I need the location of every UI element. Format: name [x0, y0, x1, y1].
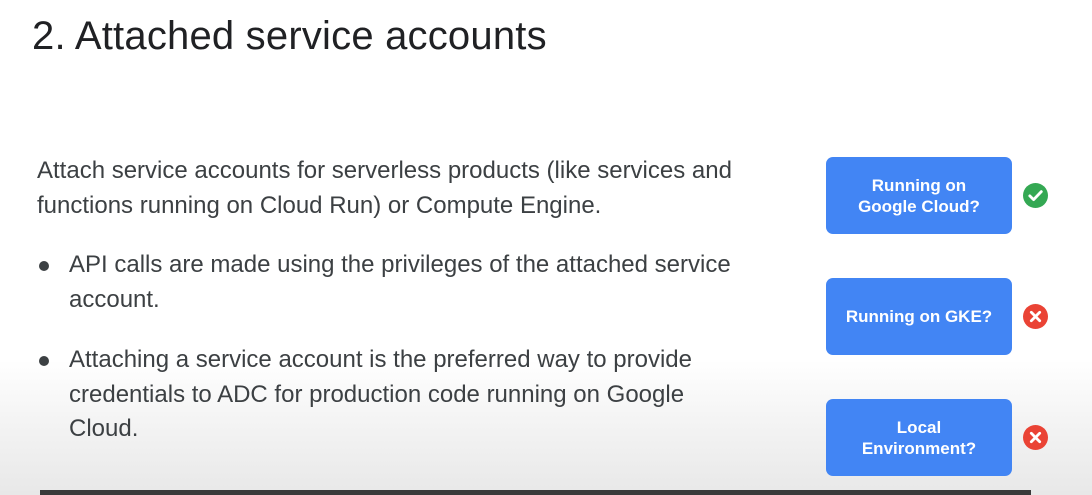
bullet-list: API calls are made using the privileges … [37, 248, 757, 473]
intro-paragraph: Attach service accounts for serverless p… [37, 157, 732, 219]
bullet-dot-icon [39, 356, 49, 366]
bullet-item-preferred-way: Attaching a service account is the prefe… [37, 343, 757, 447]
bullet-item-privileges: API calls are made using the privileges … [37, 248, 757, 317]
question-card-label: Local Environment? [861, 417, 977, 458]
bullet-text: Attaching a service account is the prefe… [69, 346, 692, 442]
bullet-dot-icon [39, 261, 49, 271]
check-circle-icon [1023, 183, 1048, 208]
slide-title: 2. Attached service accounts [32, 14, 547, 58]
video-progress-bar[interactable] [40, 490, 1031, 495]
bullet-text: API calls are made using the privileges … [69, 251, 731, 313]
question-card-label: Running on GKE? [845, 307, 993, 326]
question-card-gke: Running on GKE? [826, 278, 1012, 355]
question-card-label: Running on Google Cloud? [858, 175, 980, 216]
x-circle-icon [1023, 425, 1048, 450]
question-card-google-cloud: Running on Google Cloud? [826, 157, 1012, 234]
x-circle-icon [1023, 304, 1048, 329]
question-card-local-environment: Local Environment? [826, 399, 1012, 476]
